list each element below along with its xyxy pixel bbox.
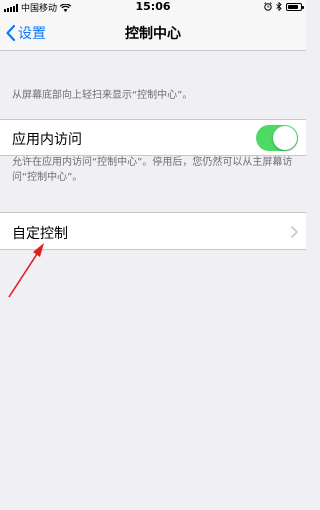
- bluetooth-icon: [276, 2, 282, 11]
- chevron-right-icon: [291, 226, 298, 238]
- status-right: [264, 2, 304, 11]
- swipe-description: 从屏幕底部向上轻扫来显示“控制中心”。: [12, 90, 193, 101]
- navigation-bar: 设置 控制中心: [0, 14, 306, 51]
- toggle-knob: [273, 126, 297, 150]
- in-app-access-description: 允许在应用内访问“控制中心”。停用后，您仍然可以从主屏幕访问“控制中心”。: [12, 157, 293, 183]
- clock: 15:06: [135, 0, 171, 13]
- page-title: 控制中心: [125, 26, 181, 42]
- customize-controls-row[interactable]: 自定控制: [0, 212, 306, 250]
- battery-icon: [286, 2, 304, 11]
- in-app-access-toggle[interactable]: [256, 125, 298, 151]
- status-bar: 中国移动 15:06: [0, 0, 306, 14]
- in-app-access-label: 应用内访问: [12, 132, 82, 148]
- customize-controls-label: 自定控制: [12, 226, 68, 242]
- in-app-access-row: 应用内访问: [0, 119, 306, 156]
- annotation-arrow: [8, 243, 44, 298]
- alarm-icon: [264, 2, 272, 11]
